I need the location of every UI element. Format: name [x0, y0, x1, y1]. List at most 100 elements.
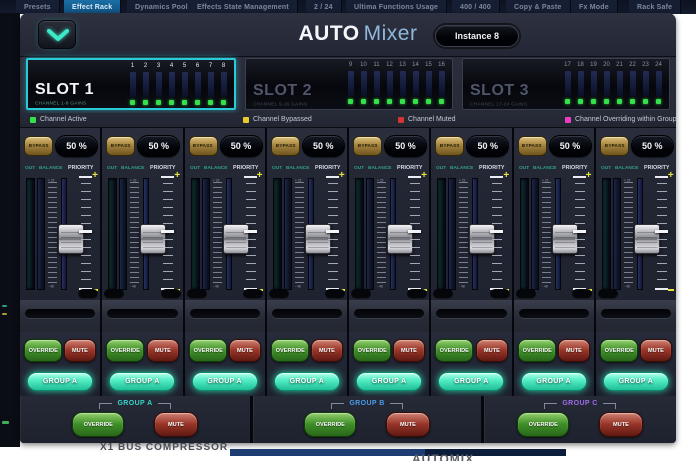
group-assign-button[interactable]: GROUP A: [27, 372, 93, 391]
priority-slider[interactable]: +: [408, 176, 425, 290]
instance-selector[interactable]: Instance 8: [435, 25, 519, 47]
override-button[interactable]: OVERRIDE: [435, 339, 473, 362]
fader-bottom-pill-left[interactable]: [598, 289, 618, 299]
override-button[interactable]: OVERRIDE: [353, 339, 391, 362]
group-assign-button[interactable]: GROUP A: [521, 372, 587, 391]
override-button[interactable]: OVERRIDE: [189, 339, 227, 362]
gain-percentage-display[interactable]: 50 %: [549, 135, 592, 157]
group-assign-button[interactable]: GROUP A: [192, 372, 258, 391]
group-assign-button[interactable]: GROUP A: [356, 372, 422, 391]
group-mute-button[interactable]: MUTE: [386, 412, 430, 437]
priority-handle[interactable]: [161, 230, 174, 233]
bypass-button[interactable]: BYPASS: [435, 136, 464, 156]
fader-bottom-pill-left[interactable]: [187, 289, 207, 299]
mute-button[interactable]: MUTE: [147, 339, 179, 362]
bypass-button[interactable]: BYPASS: [189, 136, 218, 156]
gain-percentage-display[interactable]: 50 %: [466, 135, 509, 157]
mute-button[interactable]: MUTE: [476, 339, 508, 362]
bypass-button[interactable]: BYPASS: [271, 136, 300, 156]
fader-bottom-pill-right[interactable]: [78, 289, 98, 299]
priority-slider[interactable]: +: [79, 176, 96, 290]
priority-slider[interactable]: +: [655, 176, 672, 290]
fader-bottom-pill-left[interactable]: [269, 289, 289, 299]
group-override-button[interactable]: OVERRIDE: [304, 412, 356, 437]
mute-label: MUTE: [319, 342, 335, 360]
bypass-button[interactable]: BYPASS: [600, 136, 629, 156]
divider-groove: [272, 309, 342, 318]
gain-percentage-display[interactable]: 50 %: [631, 135, 674, 157]
host-tab-effects-state-management[interactable]: Effects State Management: [189, 0, 298, 14]
mute-button[interactable]: MUTE: [640, 339, 672, 362]
priority-slider[interactable]: +: [244, 176, 261, 290]
override-button[interactable]: OVERRIDE: [24, 339, 62, 362]
gain-percentage-display[interactable]: 50 %: [55, 135, 98, 157]
mute-button[interactable]: MUTE: [229, 339, 261, 362]
host-tab-effect-rack[interactable]: Effect Rack: [64, 0, 121, 14]
priority-handle[interactable]: [326, 230, 339, 233]
group-assign-button[interactable]: GROUP A: [109, 372, 175, 391]
priority-handle[interactable]: [244, 230, 257, 233]
mute-button[interactable]: MUTE: [64, 339, 96, 362]
fader-bottom-pill-right[interactable]: [490, 289, 510, 299]
fader-bottom-pill-left[interactable]: [351, 289, 371, 299]
legend-label: Channel Bypassed: [253, 116, 312, 123]
host-tab-ultima-functions-usage[interactable]: Ultima Functions Usage: [346, 0, 447, 14]
host-tab-rack-safe[interactable]: Rack Safe: [629, 0, 681, 14]
group-mute-button[interactable]: MUTE: [154, 412, 198, 437]
mute-button[interactable]: MUTE: [558, 339, 590, 362]
scale-bottom-label: - 48: [459, 285, 465, 288]
override-button[interactable]: OVERRIDE: [600, 339, 638, 362]
gain-percentage-display[interactable]: 50 %: [302, 135, 345, 157]
override-button[interactable]: OVERRIDE: [271, 339, 309, 362]
priority-slider[interactable]: +: [573, 176, 590, 290]
override-button[interactable]: OVERRIDE: [106, 339, 144, 362]
priority-slider[interactable]: +: [161, 176, 178, 290]
override-label: OVERRIDE: [522, 342, 551, 360]
out-label: OUT: [25, 166, 35, 171]
fader-bottom-pill-right[interactable]: [407, 289, 427, 299]
group-override-button[interactable]: OVERRIDE: [517, 412, 569, 437]
fader-bottom-pill-left[interactable]: [433, 289, 453, 299]
fader-bottom-pill-left[interactable]: [104, 289, 124, 299]
slot-subtitle: CHANNEL 9-16 GAINS: [253, 102, 307, 107]
host-tab-dynamics-pool[interactable]: Dynamics Pool: [127, 0, 197, 14]
group-mute-button[interactable]: MUTE: [599, 412, 643, 437]
fader-bottom-pill-right[interactable]: [572, 289, 592, 299]
bypass-button[interactable]: BYPASS: [353, 136, 382, 156]
host-tab-400-400[interactable]: 400 / 400: [452, 0, 500, 14]
bypass-button[interactable]: BYPASS: [106, 136, 135, 156]
host-tab-fx-mode[interactable]: Fx Mode: [571, 0, 618, 14]
slot-panel-2[interactable]: SLOT 2CHANNEL 9-16 GAINS910111213141516: [245, 58, 453, 110]
mute-button[interactable]: MUTE: [311, 339, 343, 362]
group-assign-button[interactable]: GROUP A: [274, 372, 340, 391]
divider-groove: [519, 309, 589, 318]
priority-handle[interactable]: [490, 230, 503, 233]
host-tab-copy-paste[interactable]: Copy & Paste: [506, 0, 571, 14]
slot-panel-1[interactable]: SLOT 1CHANNEL 1-8 GAINS12345678: [26, 58, 236, 110]
override-button[interactable]: OVERRIDE: [518, 339, 556, 362]
bypass-button[interactable]: BYPASS: [24, 136, 53, 156]
fader-bottom-pill-left[interactable]: [516, 289, 536, 299]
group-assign-button[interactable]: GROUP A: [603, 372, 669, 391]
fader-bottom-pill-right[interactable]: [161, 289, 181, 299]
slot-panel-3[interactable]: SLOT 3CHANNEL 17-24 GAINS171819202122232…: [462, 58, 670, 110]
mute-button[interactable]: MUTE: [393, 339, 425, 362]
collapse-button[interactable]: [38, 20, 76, 49]
fader-bottom-pill-right[interactable]: [243, 289, 263, 299]
priority-handle[interactable]: [79, 230, 92, 233]
channel-meter-column: 11: [370, 61, 383, 104]
bypass-button[interactable]: BYPASS: [518, 136, 547, 156]
priority-slider[interactable]: +: [326, 176, 343, 290]
gain-percentage-display[interactable]: 50 %: [220, 135, 263, 157]
group-override-button[interactable]: OVERRIDE: [72, 412, 124, 437]
host-tab-presets[interactable]: Presets: [16, 0, 60, 14]
host-tab-2-24[interactable]: 2 / 24: [306, 0, 342, 14]
priority-handle[interactable]: [655, 230, 668, 233]
priority-handle[interactable]: [408, 230, 421, 233]
group-assign-button[interactable]: GROUP A: [438, 372, 504, 391]
fader-bottom-pill-right[interactable]: [325, 289, 345, 299]
priority-slider[interactable]: +: [490, 176, 507, 290]
gain-percentage-display[interactable]: 50 %: [137, 135, 180, 157]
gain-percentage-display[interactable]: 50 %: [384, 135, 427, 157]
priority-handle[interactable]: [573, 230, 586, 233]
